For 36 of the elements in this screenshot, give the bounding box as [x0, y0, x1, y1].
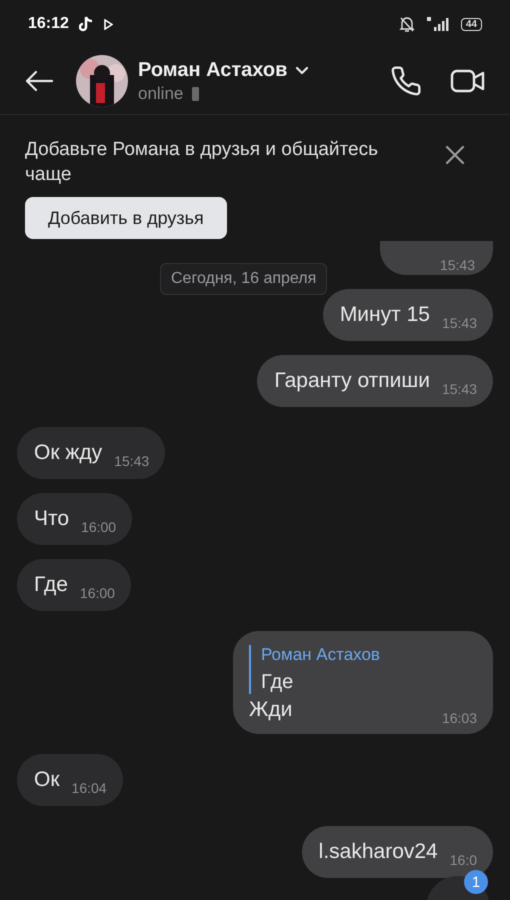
message-text: l.sakharov24 — [318, 840, 438, 864]
message-time: 16:03 — [442, 710, 477, 726]
signal-icon — [424, 16, 451, 32]
status-time: 16:12 — [28, 15, 69, 33]
message-time: 15:43 — [442, 315, 477, 331]
message-time: 16:0 — [450, 852, 477, 868]
battery-level: 44 — [460, 18, 482, 30]
quote-author: Роман Астахов — [260, 645, 380, 665]
contact-name[interactable]: Роман Астахов — [138, 58, 288, 82]
message-time: 16:00 — [81, 519, 116, 535]
message-text: Ок — [34, 768, 60, 792]
music-note-icon — [78, 16, 93, 32]
message-time: 16:04 — [72, 780, 107, 796]
message-text: Что — [34, 507, 70, 531]
phone-icon[interactable] — [390, 65, 422, 97]
video-camera-icon[interactable] — [450, 68, 486, 94]
message-text: Где — [34, 573, 68, 597]
message-time: 15:43 — [442, 381, 477, 397]
quote-text: Где — [260, 671, 294, 694]
message-text: Жди — [248, 698, 294, 722]
online-status: online — [138, 84, 184, 104]
message-text: Ок жду — [34, 441, 102, 465]
bell-muted-icon — [398, 16, 415, 32]
friend-suggestion-text: Добавьте Романа в друзья и общайтесь чаще — [25, 138, 379, 187]
phone-device-icon — [191, 86, 200, 102]
message-time: 15:43 — [114, 453, 150, 469]
message-time: 16:00 — [80, 585, 115, 601]
message-time: 15:43 — [440, 257, 475, 273]
date-separator: Сегодня, 16 апреля — [160, 263, 328, 295]
message-text: Минут 15 — [340, 303, 430, 327]
play-icon — [102, 18, 113, 30]
chevron-down-icon[interactable] — [295, 66, 310, 74]
message-text: Гаранту отпиши — [274, 369, 430, 393]
close-icon[interactable] — [445, 145, 465, 165]
back-arrow-icon[interactable] — [24, 69, 54, 93]
add-friend-button[interactable]: Добавить в друзья — [25, 197, 227, 239]
